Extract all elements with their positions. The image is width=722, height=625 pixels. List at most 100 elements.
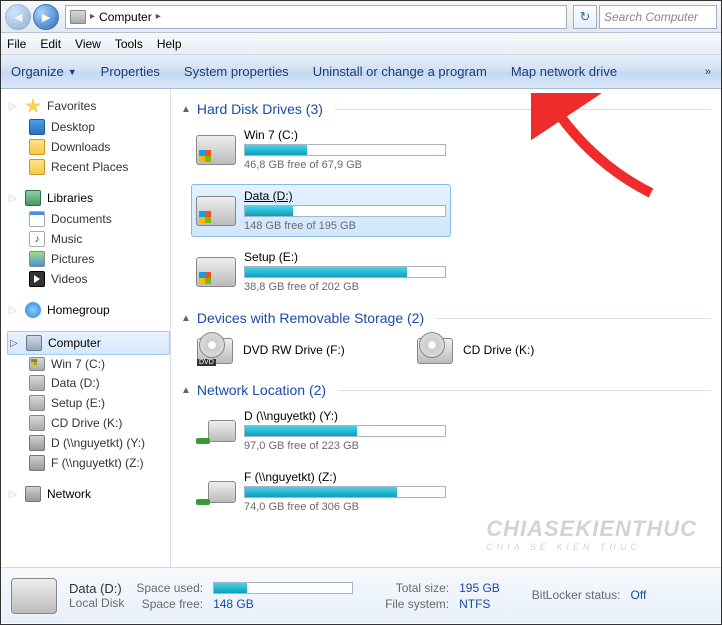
menu-help[interactable]: Help: [157, 37, 182, 51]
folder-icon: [29, 139, 45, 155]
menu-file[interactable]: File: [7, 37, 26, 51]
group-removable-header[interactable]: ▲Devices with Removable Storage (2): [181, 310, 711, 326]
sidebar-drive-d[interactable]: Data (D:): [7, 373, 170, 393]
sidebar-videos[interactable]: Videos: [7, 269, 170, 289]
drive-label: D (\\nguyetkt) (Y:): [244, 409, 446, 423]
sidebar-drive-e[interactable]: Setup (E:): [7, 393, 170, 413]
value-bitlocker: Off: [631, 588, 647, 602]
sidebar-drive-k[interactable]: CD Drive (K:): [7, 413, 170, 433]
drive-label: CD Drive (K:): [463, 343, 534, 357]
recent-icon: [29, 159, 45, 175]
menu-view[interactable]: View: [75, 37, 101, 51]
drive-tile-z[interactable]: F (\\nguyetkt) (Z:) 74,0 GB free of 306 …: [191, 465, 451, 518]
network-drive-icon: [196, 477, 236, 507]
drive-label: Win 7 (C:): [244, 128, 446, 142]
network-group[interactable]: ▷Network: [7, 483, 170, 505]
search-placeholder: Search Computer: [604, 10, 698, 24]
label-space-free: Space free:: [136, 597, 203, 611]
drive-icon: [196, 196, 236, 226]
network-drive-icon: [196, 416, 236, 446]
computer-group[interactable]: ▷Computer: [7, 331, 170, 355]
content-pane: ▲Hard Disk Drives (3) Win 7 (C:) 46,8 GB…: [171, 89, 721, 567]
back-button[interactable]: ◄: [5, 4, 31, 30]
system-properties-button[interactable]: System properties: [184, 64, 289, 79]
overflow-button[interactable]: »: [705, 66, 711, 78]
drive-label: Setup (E:): [244, 250, 446, 264]
sidebar-downloads[interactable]: Downloads: [7, 137, 170, 157]
drive-icon: [29, 357, 45, 371]
sidebar-drive-c[interactable]: Win 7 (C:): [7, 355, 170, 373]
homegroup-group[interactable]: ▷Homegroup: [7, 299, 170, 321]
drive-tile-c[interactable]: Win 7 (C:) 46,8 GB free of 67,9 GB: [191, 123, 451, 176]
drive-free-text: 97,0 GB free of 223 GB: [244, 440, 446, 452]
sidebar-drive-y[interactable]: D (\\nguyetkt) (Y:): [7, 433, 170, 453]
search-input[interactable]: Search Computer: [599, 5, 717, 29]
group-hdd-header[interactable]: ▲Hard Disk Drives (3): [181, 101, 711, 117]
breadcrumb-root[interactable]: Computer: [99, 10, 152, 24]
capacity-fill: [245, 206, 293, 216]
desktop-icon: [29, 119, 45, 135]
capacity-bar: [244, 205, 446, 217]
collapse-icon: ▲: [181, 104, 191, 115]
breadcrumb-sep: ▸: [156, 11, 161, 22]
address-bar[interactable]: ▸ Computer ▸: [65, 5, 567, 29]
drive-label: F (\\nguyetkt) (Z:): [244, 470, 446, 484]
computer-icon: [70, 10, 86, 24]
sidebar-music[interactable]: ♪Music: [7, 229, 170, 249]
sidebar-desktop[interactable]: Desktop: [7, 117, 170, 137]
drive-tile-d[interactable]: Data (D:) 148 GB free of 195 GB: [191, 184, 451, 237]
network-drive-icon: [29, 435, 45, 451]
menu-edit[interactable]: Edit: [40, 37, 61, 51]
favorites-group[interactable]: ▷Favorites: [7, 95, 170, 117]
capacity-fill: [245, 145, 307, 155]
refresh-button[interactable]: ↻: [573, 5, 597, 29]
drive-tile-f[interactable]: DVD DVD RW Drive (F:): [191, 332, 391, 370]
star-icon: [25, 98, 41, 114]
menu-bar: File Edit View Tools Help: [1, 33, 721, 55]
details-pane: Data (D:) Local Disk Space used: Space f…: [1, 567, 721, 623]
collapse-icon: ▲: [181, 313, 191, 324]
label-space-used: Space used:: [136, 581, 203, 595]
value-space-free: 148 GB: [213, 597, 353, 611]
capacity-bar: [244, 486, 446, 498]
uninstall-button[interactable]: Uninstall or change a program: [313, 64, 487, 79]
chevron-down-icon: ▼: [68, 67, 77, 77]
capacity-fill: [245, 487, 397, 497]
cd-drive-icon: [415, 336, 455, 366]
drive-tile-y[interactable]: D (\\nguyetkt) (Y:) 97,0 GB free of 223 …: [191, 404, 451, 457]
navigation-pane: ▷Favorites Desktop Downloads Recent Plac…: [1, 89, 171, 567]
capacity-fill: [245, 267, 407, 277]
label-file-system: File system:: [385, 597, 449, 611]
videos-icon: [29, 271, 45, 287]
organize-button[interactable]: Organize ▼: [11, 64, 77, 79]
drive-tile-e[interactable]: Setup (E:) 38,8 GB free of 202 GB: [191, 245, 451, 298]
drive-label: DVD RW Drive (F:): [243, 343, 345, 357]
drive-icon: [11, 578, 57, 614]
computer-icon: [26, 335, 42, 351]
sidebar-recent[interactable]: Recent Places: [7, 157, 170, 177]
dvd-drive-icon: DVD: [195, 336, 235, 366]
drive-icon: [29, 395, 45, 411]
sidebar-documents[interactable]: Documents: [7, 209, 170, 229]
command-bar: Organize ▼ Properties System properties …: [1, 55, 721, 89]
sidebar-drive-z[interactable]: F (\\nguyetkt) (Z:): [7, 453, 170, 473]
group-network-header[interactable]: ▲Network Location (2): [181, 382, 711, 398]
map-network-drive-button[interactable]: Map network drive: [511, 64, 617, 79]
libraries-icon: [25, 190, 41, 206]
sidebar-pictures[interactable]: Pictures: [7, 249, 170, 269]
drive-tile-k[interactable]: CD Drive (K:): [411, 332, 611, 370]
label-bitlocker: BitLocker status:: [532, 588, 621, 602]
capacity-bar: [244, 425, 446, 437]
forward-button[interactable]: ►: [33, 4, 59, 30]
properties-button[interactable]: Properties: [101, 64, 160, 79]
drive-icon: [196, 135, 236, 165]
menu-tools[interactable]: Tools: [115, 37, 143, 51]
libraries-group[interactable]: ▷Libraries: [7, 187, 170, 209]
value-total-size: 195 GB: [459, 581, 500, 595]
network-drive-icon: [29, 455, 45, 471]
detail-type: Local Disk: [69, 596, 124, 610]
drive-free-text: 46,8 GB free of 67,9 GB: [244, 159, 446, 171]
drive-label: Data (D:): [244, 189, 446, 203]
drive-free-text: 74,0 GB free of 306 GB: [244, 501, 446, 513]
capacity-bar: [244, 266, 446, 278]
